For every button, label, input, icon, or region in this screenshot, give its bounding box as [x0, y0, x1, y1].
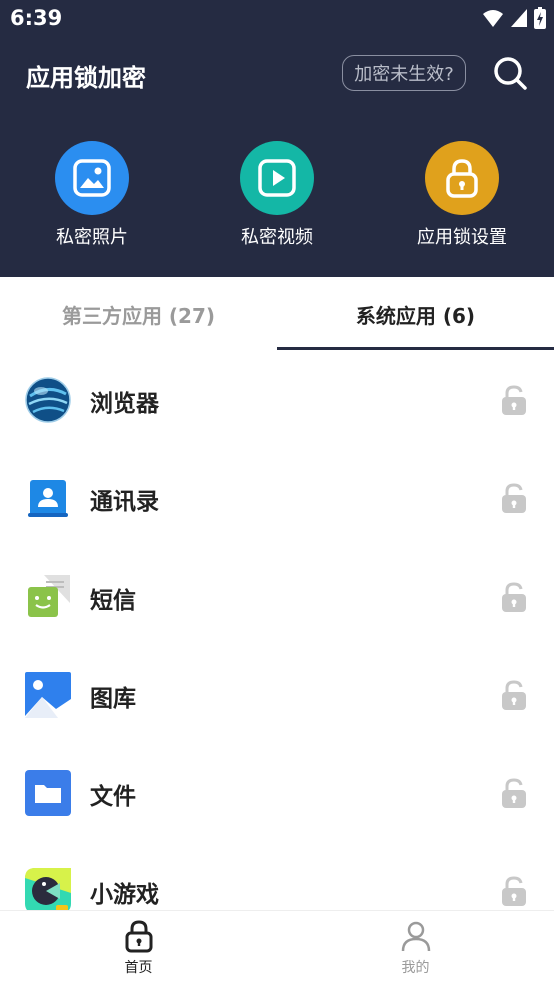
list-item[interactable]: 通讯录 [0, 449, 554, 547]
nav-label: 首页 [124, 960, 153, 976]
lock-icon [125, 920, 152, 953]
feature-icon-bg [55, 141, 129, 215]
feature-label: 应用锁设置 [417, 227, 507, 248]
header: 6:39 应用锁加密 加密未生效? 私密照片 私密视频 应用锁设置 [0, 0, 554, 277]
bottom-nav: 首页 我的 [0, 910, 554, 985]
photo-icon [73, 159, 111, 197]
app-name: 通讯录 [90, 489, 159, 516]
list-item[interactable]: 浏览器 [0, 351, 554, 449]
contacts-icon [28, 480, 68, 518]
lock-icon [446, 159, 478, 198]
battery-icon [534, 7, 546, 29]
nav-mine[interactable]: 我的 [277, 911, 554, 985]
list-item[interactable]: 小游戏 [0, 842, 554, 910]
feature-private-videos[interactable]: 私密视频 [207, 141, 347, 249]
feature-lock-settings[interactable]: 应用锁设置 [392, 141, 532, 249]
search-button[interactable] [492, 55, 528, 91]
video-icon [258, 159, 296, 197]
user-icon [401, 921, 430, 952]
feature-label: 私密照片 [56, 227, 128, 248]
unlocked-icon[interactable] [500, 384, 528, 416]
list-item[interactable]: 短信 [0, 548, 554, 646]
feature-icon-bg [240, 141, 314, 215]
unlocked-icon[interactable] [500, 777, 528, 809]
feature-shortcuts: 私密照片 私密视频 应用锁设置 [0, 141, 554, 251]
feature-private-photos[interactable]: 私密照片 [22, 141, 162, 249]
app-type-tabs: 第三方应用 (27) 系统应用 (6) [0, 277, 554, 351]
app-name: 小游戏 [90, 882, 159, 909]
status-time: 6:39 [10, 6, 63, 30]
nav-label: 我的 [401, 960, 430, 976]
gallery-icon [25, 671, 71, 718]
app-name: 浏览器 [90, 391, 159, 417]
unlocked-icon[interactable] [500, 875, 528, 907]
app-name: 短信 [90, 587, 136, 614]
tab-system-apps[interactable]: 系统应用 (6) [277, 277, 554, 351]
app-list: 浏览器 通讯录 短信 图库 文件 小游戏 [0, 351, 554, 910]
app-title: 应用锁加密 [26, 64, 146, 92]
status-icons [482, 7, 546, 29]
search-icon [494, 57, 527, 90]
feature-icon-bg [425, 141, 499, 215]
unlocked-icon[interactable] [500, 679, 528, 711]
list-item[interactable]: 图库 [0, 646, 554, 744]
tab-active-indicator [277, 347, 554, 350]
files-icon [25, 770, 71, 817]
signal-icon [511, 9, 527, 27]
messages-icon [28, 574, 70, 617]
feature-label: 私密视频 [241, 227, 313, 248]
list-item[interactable]: 文件 [0, 744, 554, 842]
tab-third-party-apps[interactable]: 第三方应用 (27) [0, 277, 277, 351]
app-name: 图库 [90, 685, 136, 712]
wifi-icon [483, 10, 503, 27]
status-bar: 6:39 [0, 0, 554, 38]
nav-home[interactable]: 首页 [0, 911, 277, 985]
game-icon [25, 868, 71, 910]
encryption-status-button[interactable]: 加密未生效? [342, 55, 466, 91]
browser-icon [25, 377, 71, 423]
unlocked-icon[interactable] [500, 482, 528, 514]
unlocked-icon[interactable] [500, 581, 528, 613]
app-name: 文件 [90, 784, 136, 811]
